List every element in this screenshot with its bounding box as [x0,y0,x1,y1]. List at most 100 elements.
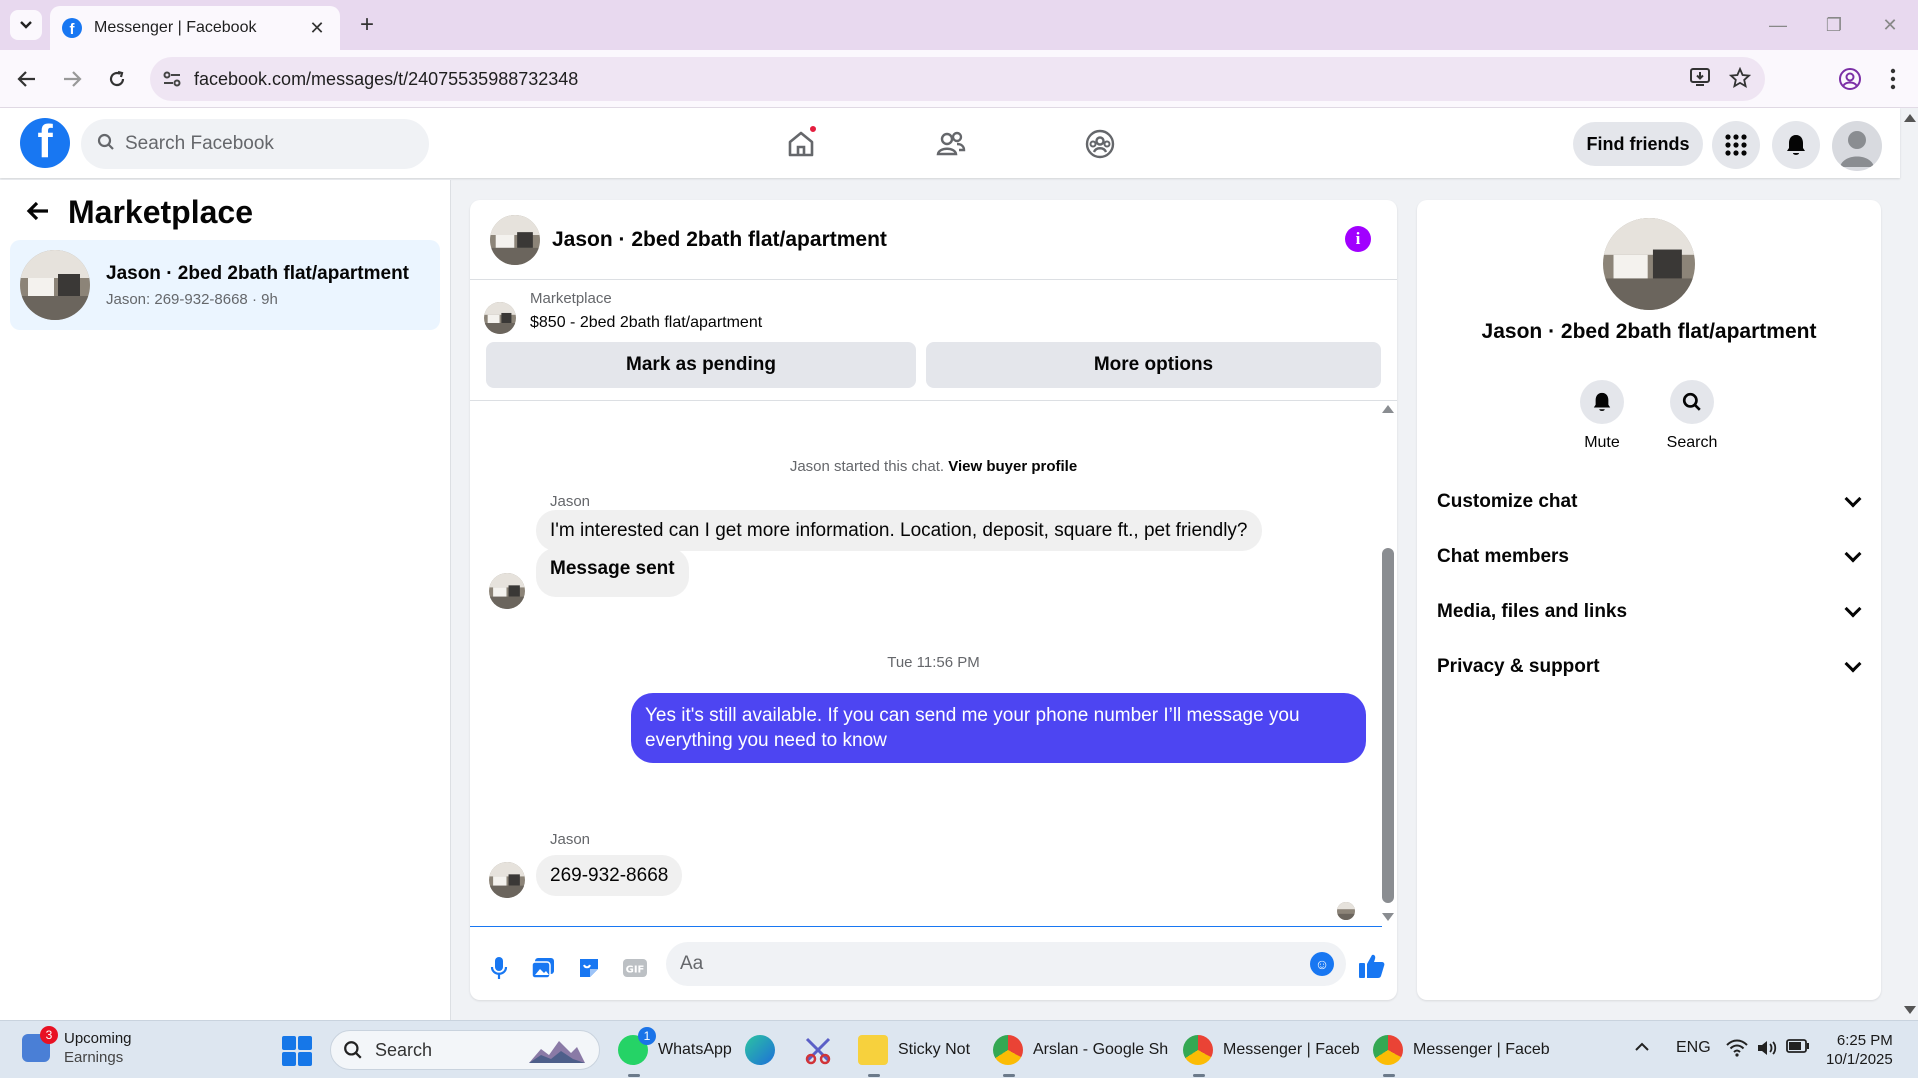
taskbar-search-label: Search [375,1039,433,1060]
details-avatar[interactable] [1603,218,1695,310]
nav-home[interactable] [756,120,846,168]
minimize-button[interactable]: — [1758,10,1798,40]
forward-button[interactable] [55,62,89,96]
taskbar-app-whatsapp[interactable]: 1 WhatsApp [618,1027,732,1077]
microphone-icon[interactable] [484,953,514,983]
sender-avatar[interactable] [489,862,525,898]
facebook-logo-icon[interactable]: f [20,118,70,168]
message-input[interactable]: Aa ☺ [666,942,1346,986]
tab-close-icon[interactable]: ✕ [306,18,328,39]
find-friends-button[interactable]: Find friends [1573,122,1703,166]
sticker-icon[interactable] [574,953,604,983]
facebook-search-input[interactable]: Search Facebook [81,119,429,169]
grid-menu-icon [1725,134,1747,156]
outgoing-message[interactable]: Yes it's still available. If you can sen… [631,693,1366,763]
volume-icon[interactable] [1756,1039,1778,1062]
menu-button[interactable] [1712,121,1760,169]
search-in-conversation-button[interactable]: Search [1657,380,1727,452]
section-label: Chat members [1437,546,1569,567]
tab-list-button[interactable] [10,10,42,40]
conversation-details-panel: Jason · 2bed 2bath flat/apartment Mute S… [1417,200,1881,1000]
address-bar[interactable]: facebook.com/messages/t/2407553598873234… [150,57,1765,101]
emoji-icon[interactable]: ☺ [1310,952,1334,976]
conversation-item[interactable]: Jason · 2bed 2bath flat/apartment Jason:… [10,240,440,330]
notification-dot [808,124,818,134]
thumbs-up-icon[interactable] [1356,950,1388,982]
more-options-button[interactable]: More options [926,342,1381,388]
photo-icon[interactable] [528,953,558,983]
mark-as-pending-button[interactable]: Mark as pending [486,342,916,388]
taskbar-app-chrome-messenger-2[interactable]: Messenger | Faceb [1373,1030,1550,1077]
chrome-icon [1183,1035,1213,1065]
gif-icon[interactable]: GIF [620,953,650,983]
account-avatar[interactable] [1832,121,1882,171]
conversation-list-panel: Marketplace Jason · 2bed 2bath flat/apar… [0,180,451,1020]
restore-button[interactable]: ❐ [1814,10,1854,40]
view-buyer-profile-link[interactable]: View buyer profile [948,458,1077,475]
close-window-button[interactable]: ✕ [1870,10,1910,40]
taskbar-search[interactable]: Search [330,1030,600,1070]
conversation-preview: Jason: 269-932-8668 · 9h [106,290,278,308]
browser-menu-icon[interactable] [1878,64,1908,94]
app-label: Messenger | Faceb [1413,1041,1550,1058]
battery-icon[interactable] [1786,1039,1810,1058]
bookmark-star-icon[interactable] [1728,66,1752,95]
friends-icon [936,131,966,156]
language-indicator[interactable]: ENG [1676,1039,1711,1057]
reload-button[interactable] [100,62,134,96]
taskbar-app-sticky-notes[interactable]: Sticky Note [858,1030,970,1077]
system-clock[interactable]: 6:25 PM 10/1/2025 [1826,1031,1893,1069]
back-arrow-icon[interactable] [26,196,50,230]
windows-start-icon[interactable] [282,1036,312,1066]
tab-title: Messenger | Facebook [94,19,257,36]
notifications-button[interactable] [1772,121,1820,169]
listing-summary[interactable]: Marketplace $850 - 2bed 2bath flat/apart… [484,290,762,334]
customize-chat-section[interactable]: Customize chat [1437,482,1867,522]
chat-panel: Jason · 2bed 2bath flat/apartment i Mark… [470,200,1397,1000]
section-label: Media, files and links [1437,601,1628,622]
whatsapp-icon: 1 [618,1027,656,1065]
incoming-message[interactable]: I'm interested can I get more informatio… [536,510,1262,551]
taskbar-app-snipping[interactable] [803,1030,833,1070]
page-scroll-down-arrow[interactable] [1904,1006,1916,1014]
nav-groups[interactable] [1055,120,1145,168]
app-badge: 1 [638,1027,656,1045]
mute-button[interactable]: Mute [1567,380,1637,452]
earnings-widget[interactable]: 3 Upcoming Earnings [22,1026,132,1067]
chat-members-section[interactable]: Chat members [1437,537,1867,577]
taskbar-app-edge[interactable] [745,1030,775,1070]
media-files-links-section[interactable]: Media, files and links [1437,592,1867,632]
page-scroll-up-arrow[interactable] [1904,114,1916,122]
nav-friends[interactable] [906,120,996,168]
sender-avatar[interactable] [489,573,525,609]
panel-title: Marketplace [68,194,253,230]
clock-date: 10/1/2025 [1826,1051,1893,1068]
search-placeholder: Search Facebook [125,133,274,154]
taskbar-app-chrome-sheets[interactable]: Arslan - Google Sh [993,1030,1168,1077]
chat-avatar[interactable] [490,214,540,265]
thread-scroll-down-arrow[interactable] [1382,913,1394,921]
site-settings-icon[interactable] [150,70,194,88]
back-button[interactable] [10,62,44,96]
browser-tabstrip: f Messenger | Facebook ✕ + — ❐ ✕ [0,0,1918,50]
taskbar-app-chrome-messenger-1[interactable]: Messenger | Faceb [1183,1030,1360,1077]
edge-browser-icon [745,1035,775,1065]
chat-title[interactable]: Jason · 2bed 2bath flat/apartment [552,228,887,252]
listing-source: Marketplace [530,290,612,307]
privacy-support-section[interactable]: Privacy & support [1437,647,1867,687]
profile-icon[interactable] [1835,64,1865,94]
groups-icon [1085,129,1115,159]
thread-scroll-up-arrow[interactable] [1382,405,1394,413]
browser-tab[interactable]: f Messenger | Facebook ✕ [50,6,340,50]
new-tab-button[interactable]: + [352,10,382,40]
conversation-info-icon[interactable]: i [1345,226,1371,252]
thread-scrollbar-thumb[interactable] [1382,548,1394,903]
clock-time: 6:25 PM [1836,1032,1893,1049]
incoming-message[interactable]: Message sent [536,548,689,597]
install-app-icon[interactable] [1689,67,1711,95]
tray-overflow-chevron-icon[interactable] [1634,1039,1650,1057]
app-label: WhatsApp [658,1041,732,1058]
incoming-message[interactable]: 269-932-8668 [536,855,683,896]
wifi-icon[interactable] [1726,1039,1748,1062]
conversation-name: Jason · 2bed 2bath flat/apartment [106,262,410,284]
